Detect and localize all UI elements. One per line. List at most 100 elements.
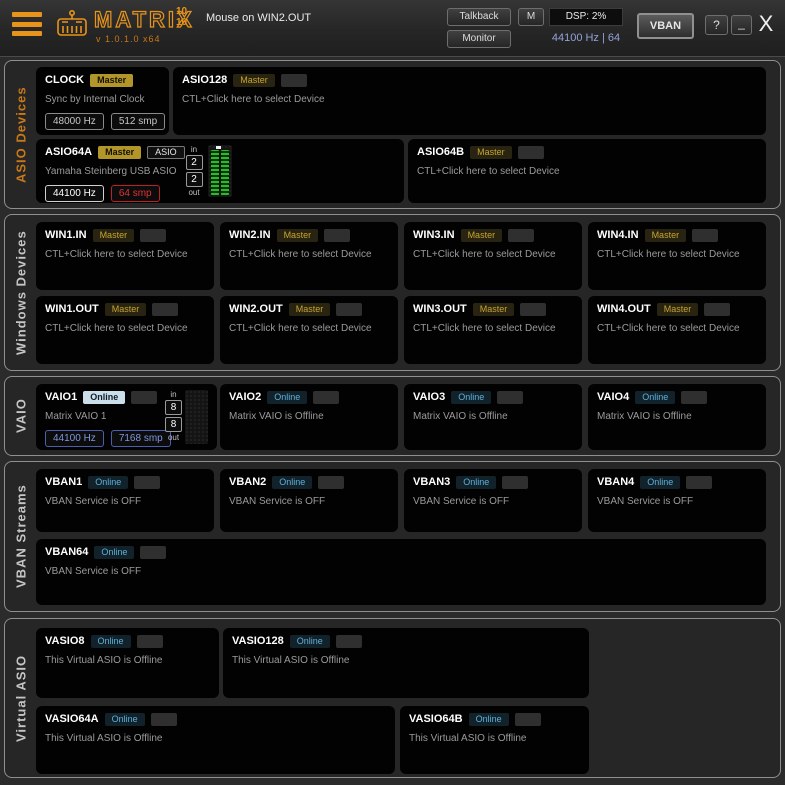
samplerate-box[interactable]: 48000 Hz xyxy=(45,113,104,130)
device-type-slot xyxy=(514,712,541,726)
master-badge[interactable]: Master xyxy=(472,302,515,316)
device-select-hint: CTL+Click here to select Device xyxy=(229,249,372,260)
device-title: WIN4.IN xyxy=(597,229,639,241)
device-type-slot xyxy=(335,634,362,648)
device-cell-vasio128[interactable]: VASIO128 Online This Virtual ASIO is Off… xyxy=(223,628,589,698)
device-cell-vasio64a[interactable]: VASIO64A Online This Virtual ASIO is Off… xyxy=(36,706,395,774)
master-badge[interactable]: Master xyxy=(276,228,319,242)
device-cell-clock[interactable]: CLOCK Master Sync by Internal Clock 4800… xyxy=(36,67,169,135)
online-badge[interactable]: Online xyxy=(451,390,492,404)
device-cell-vaio2[interactable]: VAIO2 Online Matrix VAIO is Offline xyxy=(220,384,398,450)
online-badge[interactable]: Online xyxy=(104,712,145,726)
device-cell-asio64b[interactable]: ASIO64B Master CTL+Click here to select … xyxy=(408,139,766,203)
online-badge[interactable]: Online xyxy=(83,390,126,404)
device-cell-win4out[interactable]: WIN4.OUT Master CTL+Click here to select… xyxy=(588,296,766,364)
section-label-vaio: VAIO xyxy=(13,398,29,434)
device-select-hint: CTL+Click here to select Device xyxy=(417,166,560,177)
device-cell-vasio8[interactable]: VASIO8 Online This Virtual ASIO is Offli… xyxy=(36,628,219,698)
level-meter-panel xyxy=(185,390,208,444)
master-badge[interactable]: Master xyxy=(656,302,699,316)
device-title: VASIO128 xyxy=(232,635,284,647)
monitor-button[interactable]: Monitor xyxy=(447,30,511,48)
online-badge[interactable]: Online xyxy=(272,475,313,489)
buffer-box[interactable]: 64 smp xyxy=(110,185,160,202)
online-badge[interactable]: Online xyxy=(90,634,131,648)
device-type-slot xyxy=(324,228,351,242)
section-vban-streams: VBAN Streams VBAN1 Online VBAN Service i… xyxy=(4,461,781,612)
device-cell-win3in[interactable]: WIN3.IN Master CTL+Click here to select … xyxy=(404,222,582,290)
menu-button[interactable] xyxy=(12,12,42,36)
online-badge[interactable]: Online xyxy=(456,475,497,489)
device-title: WIN3.IN xyxy=(413,229,455,241)
status-text: Mouse on WIN2.OUT xyxy=(206,12,312,24)
device-cell-win1in[interactable]: WIN1.IN Master CTL+Click here to select … xyxy=(36,222,214,290)
device-title: ASIO64B xyxy=(417,146,465,158)
online-badge[interactable]: Online xyxy=(635,390,676,404)
device-title: WIN1.IN xyxy=(45,229,87,241)
device-status: VBAN Service is OFF xyxy=(45,496,142,507)
device-type-slot xyxy=(520,302,547,316)
device-title: VASIO64B xyxy=(409,713,463,725)
online-badge[interactable]: Online xyxy=(289,634,330,648)
close-button[interactable]: X xyxy=(752,9,780,41)
online-badge[interactable]: Online xyxy=(94,545,135,559)
master-badge[interactable]: Master xyxy=(460,228,503,242)
buffer-box[interactable]: 7168 smp xyxy=(110,430,171,447)
device-cell-vban4[interactable]: VBAN4 Online VBAN Service is OFF xyxy=(588,469,766,532)
device-title: ASIO128 xyxy=(182,74,228,86)
device-cell-vasio64b[interactable]: VASIO64B Online This Virtual ASIO is Off… xyxy=(400,706,589,774)
device-cell-win1out[interactable]: WIN1.OUT Master CTL+Click here to select… xyxy=(36,296,214,364)
io-channel-column: in 2 2 out xyxy=(183,145,205,197)
device-cell-vban2[interactable]: VBAN2 Online VBAN Service is OFF xyxy=(220,469,398,532)
device-cell-asio128[interactable]: ASIO128 Master CTL+Click here to select … xyxy=(173,67,766,135)
online-badge[interactable]: Online xyxy=(468,712,509,726)
master-badge[interactable]: Master xyxy=(644,228,687,242)
buffer-box[interactable]: 512 smp xyxy=(110,113,166,130)
device-type-slot xyxy=(681,390,708,404)
device-cell-win2out[interactable]: WIN2.OUT Master CTL+Click here to select… xyxy=(220,296,398,364)
device-cell-asio64a[interactable]: ASIO64A Master ASIO Yamaha Steinberg USB… xyxy=(36,139,404,203)
samplerate-box[interactable]: 44100 Hz xyxy=(45,430,104,447)
device-cell-vban3[interactable]: VBAN3 Online VBAN Service is OFF xyxy=(404,469,582,532)
in-count: 8 xyxy=(165,400,182,415)
samplerate-box[interactable]: 44100 Hz xyxy=(45,185,104,202)
device-name: Matrix VAIO 1 xyxy=(45,411,107,422)
online-badge[interactable]: Online xyxy=(640,475,681,489)
device-type-slot xyxy=(140,228,167,242)
master-badge[interactable]: Master xyxy=(90,73,134,87)
device-status: Sync by Internal Clock xyxy=(45,94,145,105)
master-badge[interactable]: Master xyxy=(288,302,331,316)
device-select-hint: CTL+Click here to select Device xyxy=(182,94,325,105)
device-select-hint: CTL+Click here to select Device xyxy=(229,323,372,334)
device-cell-vaio3[interactable]: VAIO3 Online Matrix VAIO is Offline xyxy=(404,384,582,450)
device-title: VASIO8 xyxy=(45,635,85,647)
device-cell-vban1[interactable]: VBAN1 Online VBAN Service is OFF xyxy=(36,469,214,532)
master-badge[interactable]: Master xyxy=(98,145,142,159)
device-cell-vaio1[interactable]: VAIO1 Online Matrix VAIO 1 44100 Hz 7168… xyxy=(36,384,217,450)
device-cell-vban64[interactable]: VBAN64 Online VBAN Service is OFF xyxy=(36,539,766,605)
device-title: VBAN3 xyxy=(413,476,451,488)
mute-button[interactable]: M xyxy=(518,8,544,26)
driver-type-badge[interactable]: ASIO xyxy=(147,145,185,159)
out-count: 8 xyxy=(165,417,182,432)
in-label: in xyxy=(170,390,177,399)
device-cell-win2in[interactable]: WIN2.IN Master CTL+Click here to select … xyxy=(220,222,398,290)
master-badge[interactable]: Master xyxy=(233,73,275,87)
talkback-button[interactable]: Talkback xyxy=(447,8,511,26)
help-button[interactable]: ? xyxy=(705,15,728,35)
minimize-button[interactable]: _ xyxy=(731,15,752,35)
vban-button[interactable]: VBAN xyxy=(637,13,694,39)
master-badge[interactable]: Master xyxy=(104,302,147,316)
master-badge[interactable]: Master xyxy=(92,228,135,242)
device-cell-win4in[interactable]: WIN4.IN Master CTL+Click here to select … xyxy=(588,222,766,290)
device-title: WIN3.OUT xyxy=(413,303,467,315)
online-badge[interactable]: Online xyxy=(88,475,129,489)
app-version: v 1.0.1.0 x64 xyxy=(96,34,161,44)
device-select-hint: CTL+Click here to select Device xyxy=(597,249,740,260)
device-cell-win3out[interactable]: WIN3.OUT Master CTL+Click here to select… xyxy=(404,296,582,364)
device-status: Matrix VAIO is Offline xyxy=(413,411,508,422)
in-label: in xyxy=(190,145,198,154)
device-cell-vaio4[interactable]: VAIO4 Online Matrix VAIO is Offline xyxy=(588,384,766,450)
master-badge[interactable]: Master xyxy=(470,145,512,159)
online-badge[interactable]: Online xyxy=(267,390,308,404)
